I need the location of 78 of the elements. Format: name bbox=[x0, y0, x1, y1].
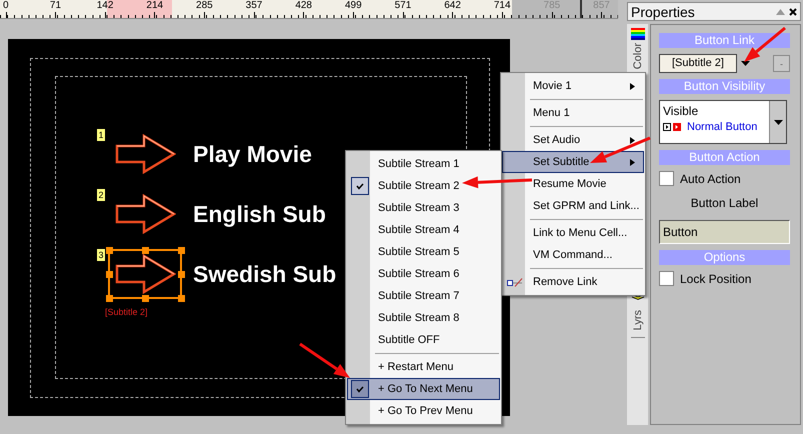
resize-handle[interactable] bbox=[106, 247, 113, 254]
annotation-arrow bbox=[590, 136, 651, 163]
ruler-label: 71 bbox=[50, 0, 62, 12]
button-label[interactable]: Swedish Sub bbox=[193, 260, 336, 288]
menu-item[interactable]: Subtitle OFF bbox=[347, 329, 500, 351]
menu-item[interactable]: Resume Movie bbox=[502, 173, 644, 195]
submenu-arrow-icon bbox=[630, 82, 636, 90]
button-number: 1 bbox=[97, 129, 105, 141]
checkbox-label: Lock Position bbox=[680, 272, 752, 286]
section-header: Options bbox=[659, 250, 790, 265]
field-label: Button Label bbox=[690, 195, 760, 212]
ruler-label: 571 bbox=[394, 0, 412, 12]
checkbox[interactable] bbox=[659, 271, 674, 286]
dropdown-arrow-icon[interactable] bbox=[741, 61, 750, 66]
ruler-label: 0 bbox=[3, 0, 9, 12]
menu-item[interactable]: Subtile Stream 6 bbox=[347, 263, 500, 285]
menu-item[interactable]: Subtile Stream 1 bbox=[347, 153, 500, 175]
collapse-icon[interactable] bbox=[776, 8, 785, 14]
section-header: Button Link bbox=[659, 33, 790, 48]
button-label[interactable]: Play Movie bbox=[193, 140, 312, 168]
menu-item[interactable]: + Restart Menu bbox=[347, 356, 500, 378]
menu-item[interactable]: Subtile Stream 4 bbox=[347, 219, 500, 241]
section-header: Button Action bbox=[659, 150, 790, 165]
link-label: [Subtitle 2] bbox=[105, 307, 148, 317]
close-icon[interactable] bbox=[789, 8, 797, 16]
ruler-label: 642 bbox=[444, 0, 461, 12]
list-item[interactable]: Normal Button bbox=[687, 121, 758, 133]
arrow-icon bbox=[114, 194, 176, 234]
button-number: 2 bbox=[97, 189, 105, 201]
small-button[interactable]: - bbox=[773, 55, 790, 72]
arrow-icon bbox=[114, 134, 176, 174]
panel-title: Properties bbox=[631, 4, 696, 20]
resize-handle[interactable] bbox=[142, 295, 149, 302]
resize-handle[interactable] bbox=[178, 295, 185, 302]
menu-item[interactable]: Subtile Stream 3 bbox=[347, 197, 500, 219]
resize-handle[interactable] bbox=[178, 271, 185, 278]
menu-item[interactable]: Subtile Stream 5 bbox=[347, 241, 500, 263]
menu-item[interactable]: Movie 1 bbox=[502, 75, 644, 97]
menu-item[interactable]: + Go To Next Menu bbox=[347, 378, 500, 400]
ruler-label: 357 bbox=[246, 0, 262, 12]
menu-item[interactable]: Link to Menu Cell... bbox=[502, 222, 644, 244]
resize-handle[interactable] bbox=[142, 247, 149, 254]
menu-item[interactable]: VM Command... bbox=[502, 244, 644, 266]
button-label[interactable]: English Sub bbox=[193, 200, 326, 228]
side-tab[interactable]: Color bbox=[630, 26, 644, 72]
annotation-arrow bbox=[299, 342, 350, 378]
label-field[interactable]: Button bbox=[659, 220, 790, 244]
menu-item[interactable]: Menu 1 bbox=[502, 102, 644, 124]
visibility-list[interactable]: Visible Normal Button bbox=[659, 100, 787, 144]
button-number: 3 bbox=[97, 249, 105, 261]
ruler-label: 428 bbox=[295, 0, 312, 12]
checkbox-label: Auto Action bbox=[680, 172, 741, 186]
ruler-label: 499 bbox=[344, 0, 362, 12]
ruler-label: 142 bbox=[96, 0, 114, 12]
resize-handle[interactable] bbox=[178, 247, 185, 254]
button-state-icon bbox=[663, 123, 682, 131]
unlink-icon bbox=[507, 278, 523, 286]
annotation-arrow bbox=[462, 176, 532, 188]
menu-item[interactable]: Set Subtitle bbox=[502, 151, 644, 173]
resize-handle[interactable] bbox=[106, 295, 113, 302]
color-palette-icon bbox=[630, 28, 644, 40]
checkbox[interactable] bbox=[659, 171, 674, 186]
menu-item[interactable]: + Go To Prev Menu bbox=[347, 400, 500, 422]
menu-item[interactable]: Subtile Stream 7 bbox=[347, 285, 500, 307]
ruler-label: 285 bbox=[196, 0, 213, 12]
menu-item[interactable]: Subtile Stream 8 bbox=[347, 307, 500, 329]
ruler-label: 714 bbox=[494, 0, 511, 12]
section-header: Button Visibility bbox=[659, 79, 790, 94]
submenu-arrow-icon bbox=[630, 136, 636, 144]
menu-item[interactable]: Subtile Stream 2 bbox=[347, 175, 500, 197]
submenu-arrow-icon bbox=[630, 158, 636, 166]
menu-item[interactable]: Set Audio bbox=[502, 129, 644, 151]
resize-handle[interactable] bbox=[106, 271, 113, 278]
ruler-label: 214 bbox=[146, 0, 164, 12]
arrow-icon bbox=[114, 254, 176, 294]
dropdown-arrow-icon[interactable] bbox=[774, 120, 782, 124]
list-item[interactable]: Visible bbox=[663, 104, 766, 118]
menu-item[interactable]: Set GPRM and Link... bbox=[502, 195, 644, 217]
